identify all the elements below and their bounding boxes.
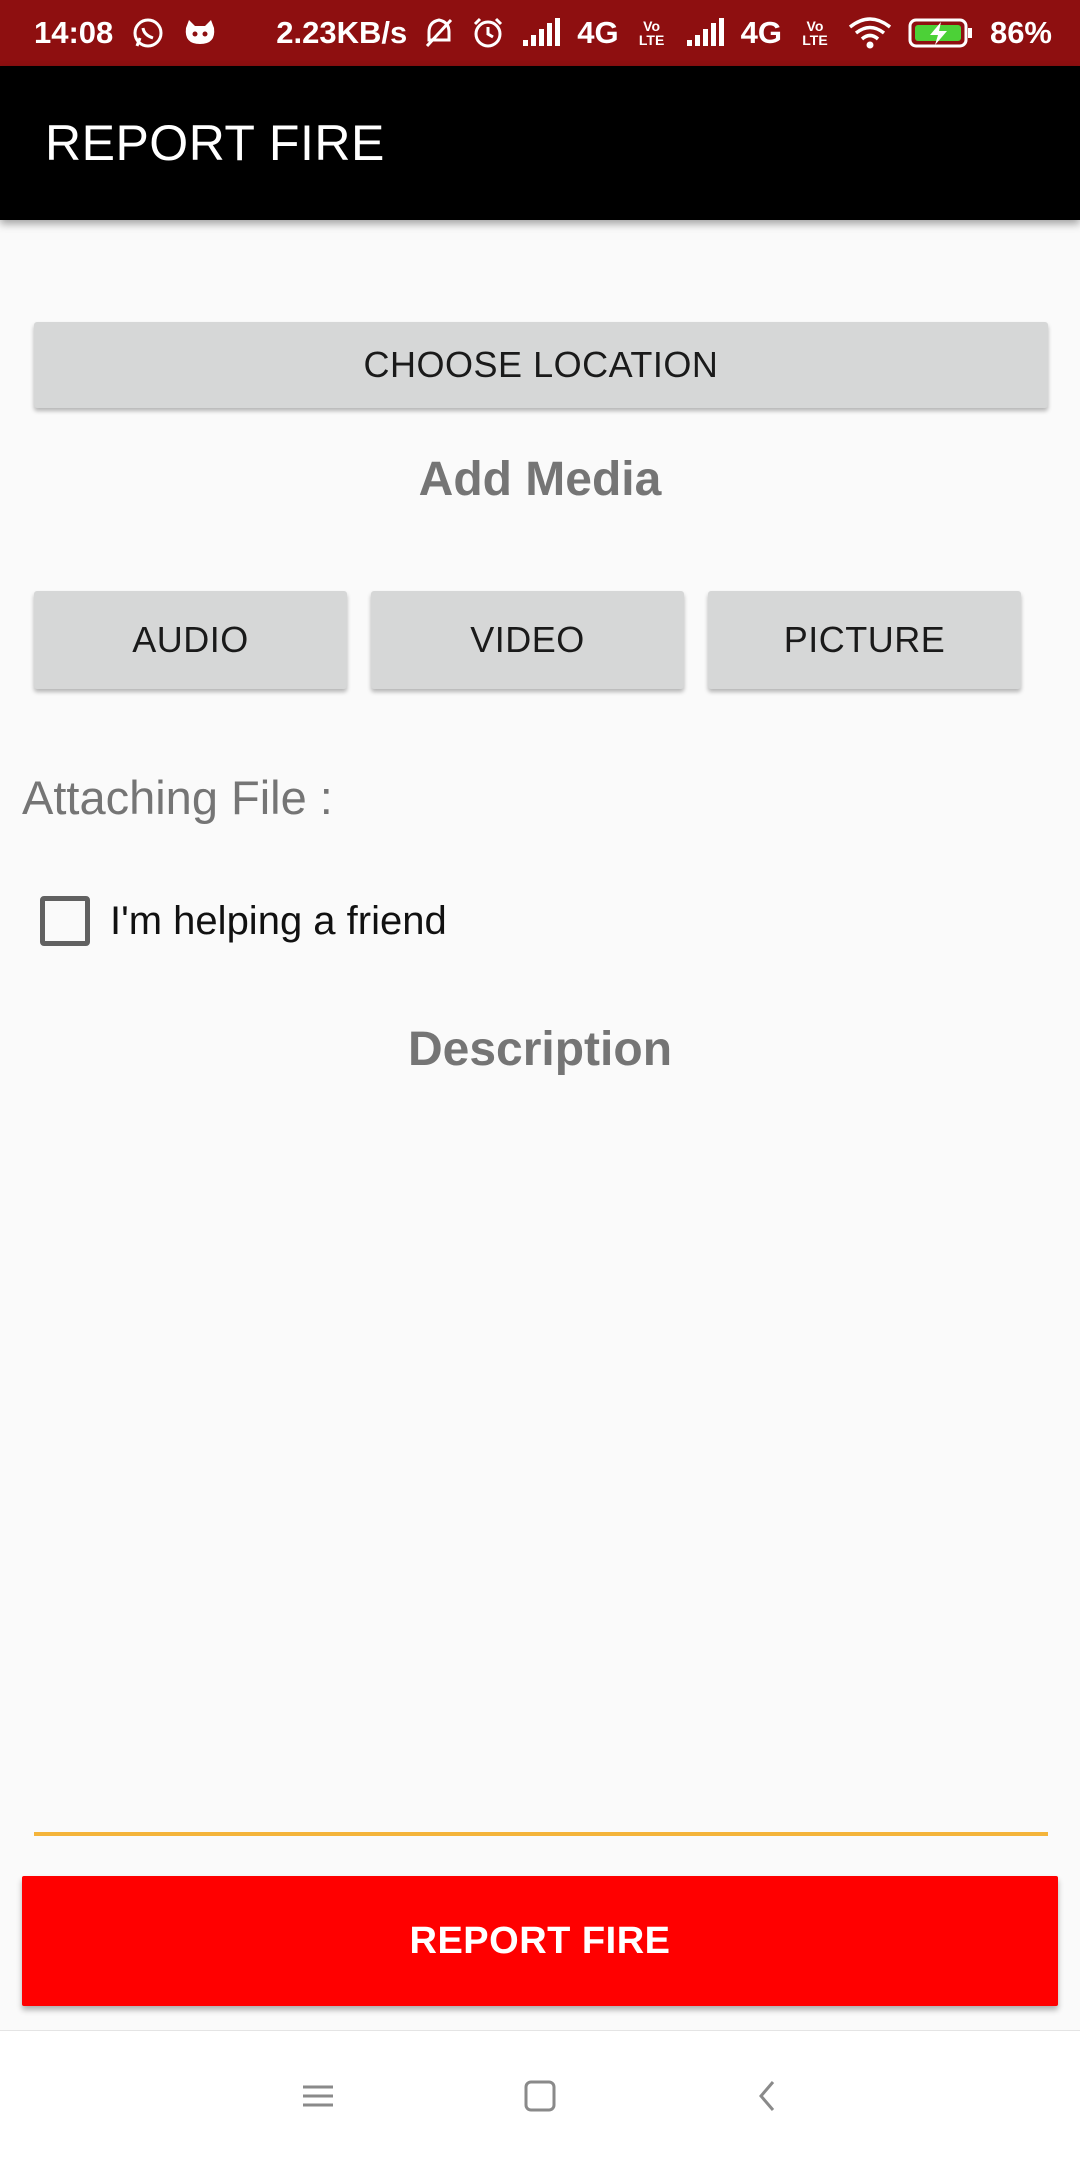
page-title: REPORT FIRE <box>45 115 385 171</box>
choose-location-button[interactable]: CHOOSE LOCATION <box>34 322 1048 408</box>
signal-icon <box>685 18 725 48</box>
volte-badge-1: Vo LTE <box>638 18 665 48</box>
helping-friend-checkbox[interactable] <box>40 896 90 946</box>
network-type-2: 4G <box>740 15 782 50</box>
alarm-icon <box>471 16 505 50</box>
add-media-title: Add Media <box>418 453 662 506</box>
battery-charging-icon <box>908 17 974 49</box>
picture-button[interactable]: PICTURE <box>708 591 1021 689</box>
wifi-icon <box>848 17 892 49</box>
navigation-bar <box>0 2030 1080 2160</box>
cat-icon <box>183 18 217 48</box>
description-title: Description <box>407 1023 673 1076</box>
clock: 14:08 <box>34 15 114 50</box>
video-button[interactable]: VIDEO <box>371 591 684 689</box>
menu-icon[interactable] <box>283 2061 353 2131</box>
whatsapp-icon <box>131 16 165 50</box>
signal-icon <box>521 18 561 48</box>
description-input[interactable] <box>34 1130 1048 1836</box>
battery-percentage: 86% <box>989 15 1052 50</box>
mute-icon <box>423 16 455 50</box>
helping-friend-label[interactable]: I'm helping a friend <box>110 899 447 944</box>
home-square-icon[interactable] <box>505 2061 575 2131</box>
network-type-1: 4G <box>577 15 619 50</box>
helping-friend-row[interactable]: I'm helping a friend <box>40 896 447 946</box>
attaching-file-label: Attaching File : <box>22 771 333 824</box>
audio-button[interactable]: AUDIO <box>34 591 347 689</box>
back-chevron-icon[interactable] <box>732 2061 802 2131</box>
net-speed: 2.23KB/s <box>276 15 408 50</box>
status-bar: 14:08 2.23KB/s 4G Vo LTE 4G Vo LTE 86% <box>0 0 1080 66</box>
report-fire-button[interactable]: REPORT FIRE <box>22 1876 1058 2006</box>
app-bar: REPORT FIRE <box>0 66 1080 220</box>
volte-badge-2: Vo LTE <box>802 18 828 48</box>
